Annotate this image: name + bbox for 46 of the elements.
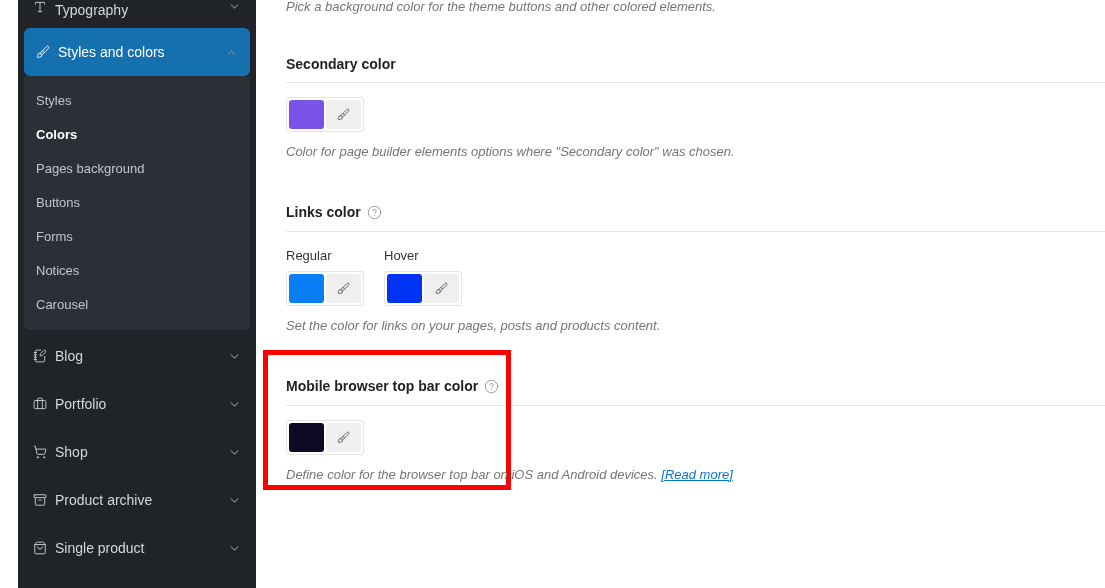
intro-text: Pick a background color for the theme buttons and other colored elements. — [286, 0, 717, 14]
section-title: Links color — [286, 203, 361, 222]
picker-button[interactable] — [326, 100, 361, 129]
read-more-link[interactable]: [Read more] — [661, 466, 733, 482]
brush-icon — [337, 430, 350, 444]
picker-label: Hover — [384, 246, 420, 265]
sidebar-item[interactable]: Portfolio — [21, 380, 253, 428]
brush-icon — [337, 108, 350, 121]
sidebar-item[interactable]: Product archive — [21, 476, 253, 524]
section-title: Secondary color — [286, 54, 396, 74]
type-icon — [33, 0, 47, 14]
brush-icon — [36, 45, 50, 59]
submenu-item[interactable]: Carousel — [36, 288, 89, 322]
submenu-item[interactable]: Colors — [36, 118, 78, 152]
bag-icon — [33, 541, 47, 555]
section-description: Color for page builder elements options where "Secondary color" was chosen. — [286, 143, 736, 161]
sidebar-item[interactable]: Styles and colors — [24, 28, 250, 76]
sidebar-item[interactable]: Blog — [21, 332, 253, 380]
sidebar-item[interactable]: Typography — [21, 0, 253, 20]
picker-label: Regular — [286, 246, 333, 265]
notebook-icon — [33, 349, 47, 363]
briefcase-icon — [33, 397, 47, 411]
section-description: Set the color for links on your pages, posts and products content. — [286, 317, 662, 335]
sidebar-item[interactable]: Single product — [21, 524, 253, 572]
picker-button[interactable] — [326, 274, 361, 303]
color-swatch[interactable] — [289, 100, 324, 129]
color-picker[interactable] — [286, 419, 364, 455]
submenu-item[interactable]: Forms — [36, 220, 73, 254]
color-picker[interactable] — [384, 271, 462, 306]
color-swatch[interactable] — [289, 274, 324, 303]
color-swatch[interactable] — [387, 274, 422, 303]
submenu-item[interactable]: Styles — [36, 84, 72, 118]
help-icon[interactable] — [366, 205, 382, 220]
brush-icon — [337, 282, 350, 295]
color-picker[interactable] — [286, 97, 364, 132]
sidebar-item[interactable]: Shop — [21, 428, 253, 476]
submenu-item[interactable]: Notices — [36, 254, 80, 288]
color-swatch[interactable] — [289, 422, 324, 452]
color-picker[interactable] — [286, 271, 364, 306]
archive-icon — [33, 493, 47, 507]
cart-icon — [33, 445, 47, 459]
help-icon[interactable] — [484, 379, 500, 394]
submenu-item[interactable]: Buttons — [36, 186, 81, 220]
section-title: Mobile browser top bar color — [286, 377, 479, 396]
submenu-item[interactable]: Pages background — [36, 152, 145, 186]
brush-icon — [435, 282, 448, 295]
